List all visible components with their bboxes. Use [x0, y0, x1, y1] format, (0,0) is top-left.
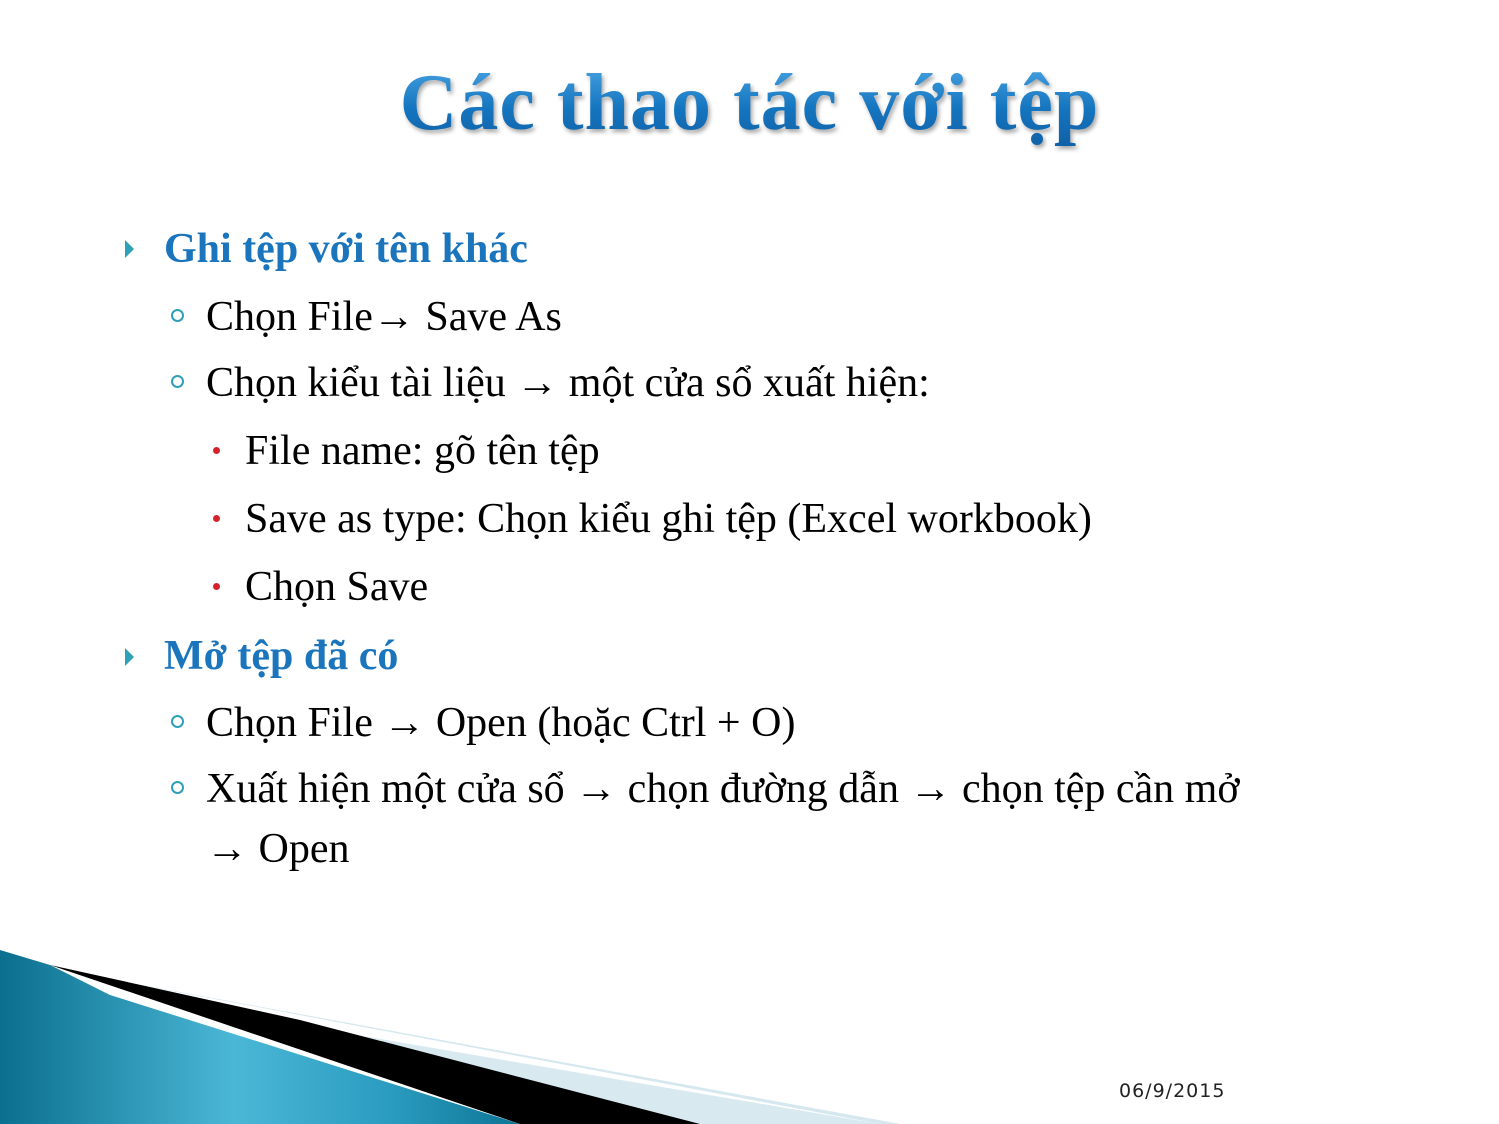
- circle-bullet-icon: [171, 781, 184, 794]
- section-bullet-icon: [125, 648, 134, 666]
- dot-bullet-icon: [213, 447, 220, 454]
- section-heading-save-as: Ghi tệp với tên khác: [164, 226, 528, 272]
- circle-bullet-icon: [171, 375, 184, 388]
- list-item: Xuất hiện một cửa sổ → chọn đường dẫn → …: [206, 766, 1240, 812]
- sub-list-item: Chọn Save: [245, 564, 429, 610]
- sub-list-item: File name: gõ tên tệp: [245, 428, 600, 474]
- circle-bullet-icon: [171, 309, 184, 322]
- list-item-continuation: → Open: [206, 826, 350, 872]
- circle-bullet-icon: [171, 715, 184, 728]
- sub-list-item: Save as type: Chọn kiểu ghi tệp (Excel w…: [245, 496, 1092, 542]
- corner-decoration: [0, 950, 1499, 1124]
- teal-band: [0, 950, 520, 1124]
- section-heading-open: Mở tệp đã có: [164, 633, 399, 679]
- list-item: Chọn kiểu tài liệu → một cửa sổ xuất hiệ…: [206, 360, 930, 406]
- dot-bullet-icon: [213, 515, 220, 522]
- dot-bullet-icon: [213, 583, 220, 590]
- slide-title: Các thao tác với tệp: [0, 58, 1499, 149]
- list-item: Chọn File → Open (hoặc Ctrl + O): [206, 700, 796, 746]
- section-bullet-icon: [125, 240, 134, 258]
- list-item: Chọn File→ Save As: [206, 294, 562, 340]
- slide-date: 06/9/2015: [1119, 1080, 1226, 1102]
